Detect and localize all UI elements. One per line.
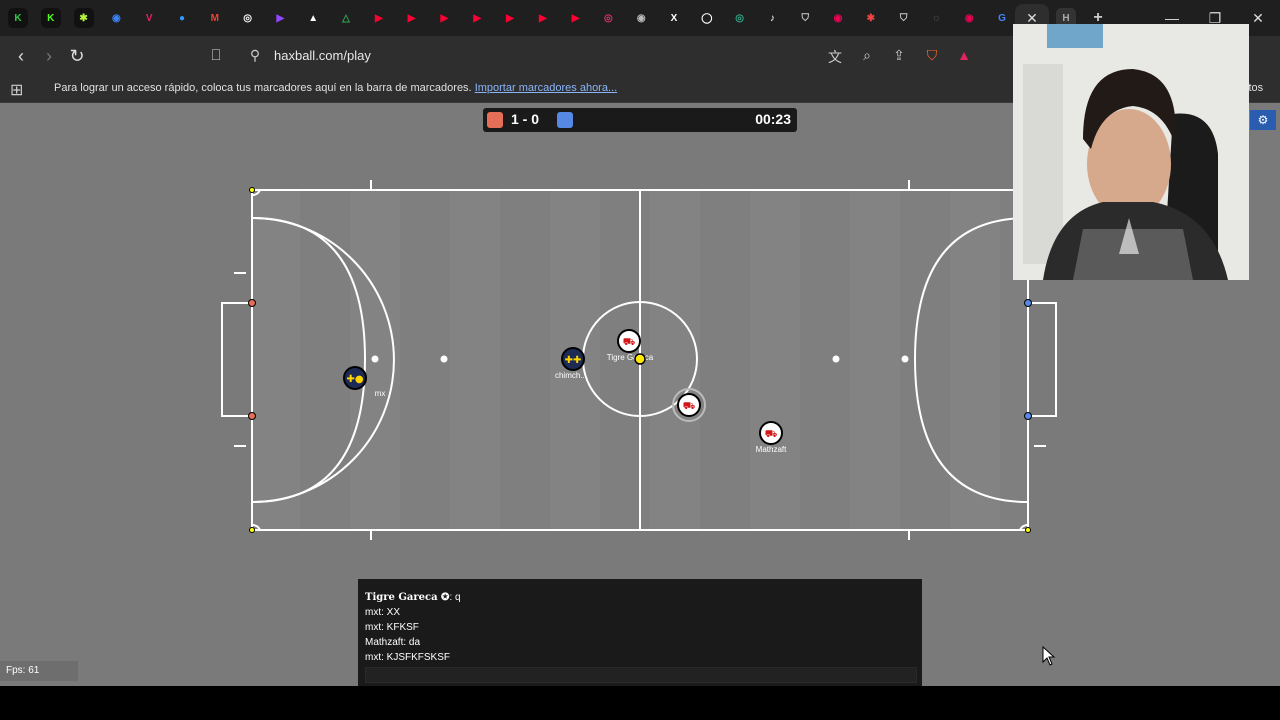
blue-post	[1024, 299, 1032, 307]
player-avatar: ⛟	[623, 337, 636, 348]
bookmarks-prompt: Para lograr un acceso rápido, coloca tus…	[54, 82, 618, 94]
tab-favicon-icon[interactable]: ◉	[959, 8, 980, 28]
left-goal	[221, 302, 253, 417]
tab-favicon-icon[interactable]: ▶	[532, 8, 553, 28]
tab-favicon-icon[interactable]: ▶	[467, 8, 488, 28]
tab-favicon-icon[interactable]: ⛉	[795, 8, 816, 28]
chat-message: mxt: XX	[365, 607, 401, 618]
red-post	[248, 412, 256, 420]
fps-counter: Fps: 61	[0, 661, 78, 681]
tab-favicon-icon[interactable]: K	[40, 8, 61, 28]
corner-post	[249, 187, 255, 193]
webcam-person-image	[1013, 24, 1249, 280]
chat-panel: Tigre Gareca ✪: q mxt: XX mxt: KFKSF Mathza…	[358, 579, 922, 686]
tab-label: H	[1062, 12, 1070, 24]
back-button[interactable]: ‹	[8, 44, 34, 68]
tab-favicon-icon[interactable]: ▶	[401, 8, 422, 28]
brave-rewards-icon[interactable]: ▲	[955, 47, 973, 63]
zoom-icon[interactable]: ⌕	[858, 47, 876, 64]
address-bar[interactable]: ⚲ haxball.com/play 文 ⌕ ⇪ ⛉ ▲	[240, 41, 985, 71]
penalty-spot	[371, 355, 379, 363]
share-icon[interactable]: ⇪	[890, 47, 908, 64]
corner-post	[1025, 527, 1031, 533]
penalty-spot	[901, 355, 909, 363]
translate-icon[interactable]: 文	[826, 47, 844, 67]
tab-favicon-icon[interactable]: ▶	[565, 8, 586, 28]
chat-message: Tigre Gareca ✪: q	[365, 592, 461, 603]
tab-favicon-icon[interactable]: ◎	[729, 8, 750, 28]
red-post	[248, 299, 256, 307]
tab-favicon-icon[interactable]: △	[336, 8, 356, 28]
tab-favicon-icon[interactable]: ▶	[368, 8, 389, 28]
close-window-button[interactable]: ✕	[1246, 8, 1270, 28]
player-avatar: ✚●	[346, 374, 363, 385]
tab-favicon-icon[interactable]: X	[664, 8, 684, 28]
forward-button[interactable]: ›	[36, 44, 62, 68]
tab-favicon-icon[interactable]: ●	[172, 8, 192, 28]
player-name: Tigre Gareca	[607, 353, 654, 362]
player-name: Mathzaft	[756, 445, 787, 454]
taskbar-gap	[0, 686, 1280, 720]
tab-favicon-icon[interactable]: ▲	[303, 8, 324, 28]
tab-favicon-icon[interactable]: V	[139, 8, 160, 28]
corner-post	[249, 527, 255, 533]
import-bookmarks-link[interactable]: Importar marcadores ahora...	[475, 82, 617, 94]
tab-favicon-icon[interactable]: ✱	[73, 8, 94, 28]
tab-favicon-icon[interactable]: ▶	[434, 8, 455, 28]
site-info-icon[interactable]: ⚲	[246, 47, 264, 64]
tab-favicon-icon[interactable]: K	[8, 8, 28, 28]
tab-favicon-icon[interactable]: ◉	[631, 8, 652, 28]
player-avatar: ⛟	[765, 429, 778, 440]
bookmark-icon[interactable]: ⎕	[203, 44, 229, 68]
chat-input[interactable]	[365, 667, 917, 683]
player-name: mx	[375, 389, 386, 398]
reload-button[interactable]: ↻	[64, 44, 90, 68]
tab-favicon-icon[interactable]: ◉	[828, 8, 848, 28]
tab-favicon-icon[interactable]: ▶	[270, 8, 291, 28]
tab-favicon-icon[interactable]: ◎	[598, 8, 619, 28]
tab-favicon-icon[interactable]: ◉	[106, 8, 127, 28]
right-goal	[1027, 302, 1057, 417]
tab-favicon-icon[interactable]: ▶	[500, 8, 520, 28]
mouse-cursor-icon	[1042, 646, 1056, 666]
webcam-overlay	[1013, 24, 1249, 280]
tab-favicon-icon[interactable]: ✱	[860, 8, 881, 28]
tab-favicon-icon[interactable]: ⛉	[893, 8, 914, 28]
player-disc: ⛟	[672, 388, 706, 422]
apps-grid-icon[interactable]: ⊞	[10, 80, 23, 100]
tab-favicon-icon[interactable]: ◎	[237, 8, 258, 28]
tab-favicon-icon[interactable]: ♪	[762, 8, 783, 28]
url-text[interactable]: haxball.com/play	[274, 48, 371, 63]
tab-favicon-icon[interactable]: M	[204, 8, 225, 28]
tab-favicon-icon[interactable]: ◯	[696, 8, 717, 28]
second-penalty-spot	[832, 355, 840, 363]
brave-shield-icon[interactable]: ⛉	[923, 47, 941, 64]
chat-message: mxt: KJSFKFSKSF	[365, 652, 451, 663]
chat-message: Mathzaft: da	[365, 637, 421, 648]
tab-favicon-icon[interactable]: ◌	[926, 8, 947, 28]
player-name: chimch...	[555, 371, 587, 380]
chat-message: mxt: KFKSF	[365, 622, 419, 633]
tab-favicon-icon[interactable]: G	[992, 8, 1012, 28]
blue-post	[1024, 412, 1032, 420]
player-avatar: ✚✚	[565, 355, 582, 366]
second-penalty-spot	[440, 355, 448, 363]
ball	[634, 353, 646, 365]
player-avatar: ⛟	[683, 401, 696, 412]
